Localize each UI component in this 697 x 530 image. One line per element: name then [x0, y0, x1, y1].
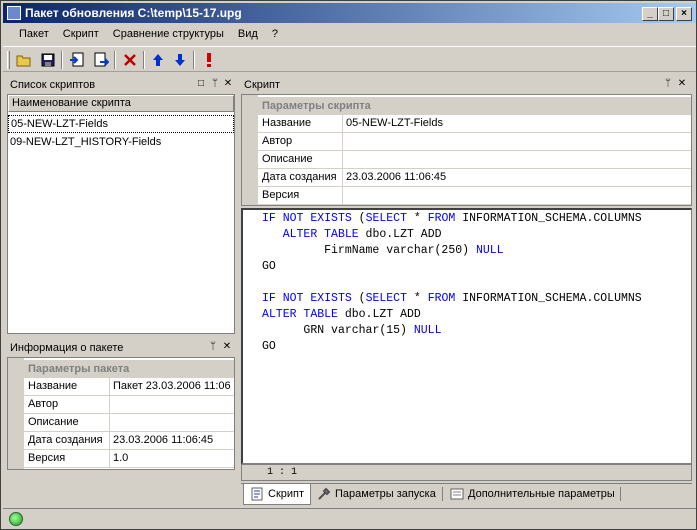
tab-strip: Скрипт Параметры запуска Дополнительные … [241, 483, 692, 505]
code-editor[interactable]: IF NOT EXISTS (SELECT * FROM INFORMATION… [241, 208, 692, 464]
maximize-button[interactable]: □ [658, 7, 674, 21]
tab-extra-params-label: Дополнительные параметры [468, 488, 615, 500]
execute-icon[interactable] [198, 50, 220, 70]
delete-icon[interactable] [119, 50, 141, 70]
pin-icon[interactable]: ᛘ [207, 341, 219, 353]
property-name: Версия [24, 450, 110, 467]
list-item[interactable]: 05-NEW-LZT-Fields [8, 115, 234, 133]
script-group-header: Параметры скрипта [242, 97, 691, 115]
property-name: Описание [24, 414, 110, 431]
menu-structure-compare[interactable]: Сравнение структуры [106, 25, 231, 44]
code-line[interactable]: ALTER TABLE dbo.LZT ADD [262, 227, 642, 243]
property-name: Автор [258, 133, 343, 150]
property-value[interactable] [110, 396, 234, 413]
package-panel-title: Информация о пакете [10, 341, 124, 354]
property-value[interactable] [110, 414, 234, 431]
save-icon[interactable] [37, 50, 59, 70]
code-line[interactable]: FirmName varchar(250) NULL [262, 243, 642, 259]
menu-help[interactable]: ? [265, 25, 285, 44]
menu-bar: Пакет Скрипт Сравнение структуры Вид ? [3, 25, 696, 44]
scripts-panel-header: Список скриптов □ ᛘ ✕ [7, 76, 235, 93]
property-value[interactable] [343, 133, 691, 150]
code-text[interactable]: IF NOT EXISTS (SELECT * FROM INFORMATION… [262, 211, 642, 355]
property-row[interactable]: Версия [242, 187, 691, 205]
property-name: Автор [24, 396, 110, 413]
close-panel-icon[interactable]: ✕ [222, 78, 234, 90]
property-name: Название [258, 115, 343, 132]
cursor-position: 1 : 1 [241, 464, 692, 481]
scripts-list[interactable]: Наименование скрипта 05-NEW-LZT-Fields 0… [7, 94, 235, 334]
code-line[interactable]: GO [262, 259, 642, 275]
property-name: Дата создания [24, 432, 110, 449]
package-properties[interactable]: Параметры пакета Название Пакет 23.03.200… [7, 357, 235, 470]
property-row[interactable]: Дата создания 23.03.2006 11:06:45 [8, 432, 234, 450]
package-group-header: Параметры пакета [8, 360, 234, 378]
pin-icon[interactable]: ᛘ [209, 78, 221, 90]
tab-launch-params[interactable]: Параметры запуска [311, 484, 442, 504]
property-row[interactable]: Название Пакет 23.03.2006 11:06 [8, 378, 234, 396]
property-name: Название [24, 378, 110, 395]
tab-extra-params[interactable]: Дополнительные параметры [444, 484, 621, 504]
code-line[interactable] [262, 275, 642, 291]
menu-package[interactable]: Пакет [3, 25, 56, 44]
status-ok-icon [9, 512, 23, 526]
main-window: Пакет обновления C:\temp\15-17.upg _ □ ×… [0, 0, 697, 530]
close-panel-icon[interactable]: ✕ [221, 341, 233, 353]
list-item[interactable]: 09-NEW-LZT_HISTORY-Fields [8, 134, 234, 152]
script-tab-icon [251, 487, 263, 501]
script-panel-header: Скрипт ᛘ ✕ [241, 76, 692, 93]
property-row[interactable]: Описание [242, 151, 691, 169]
open-folder-icon[interactable] [13, 50, 35, 70]
property-value[interactable]: Пакет 23.03.2006 11:06 [110, 378, 234, 395]
property-name: Описание [258, 151, 343, 168]
tab-script[interactable]: Скрипт [243, 484, 312, 505]
close-panel-icon[interactable]: ✕ [676, 78, 688, 90]
property-row[interactable]: Версия 1.0 [8, 450, 234, 468]
code-line[interactable]: IF NOT EXISTS (SELECT * FROM INFORMATION… [262, 211, 642, 227]
move-up-icon[interactable] [147, 50, 169, 70]
property-row[interactable]: Автор [242, 133, 691, 151]
code-line[interactable]: GRN varchar(15) NULL [262, 323, 642, 339]
property-value[interactable] [343, 187, 691, 204]
minimize-button[interactable]: _ [642, 7, 658, 21]
title-bar[interactable]: Пакет обновления C:\temp\15-17.upg _ □ × [3, 3, 696, 23]
tools-icon [318, 487, 331, 500]
toolbar-grip[interactable] [7, 51, 10, 69]
move-down-icon[interactable] [169, 50, 191, 70]
property-value[interactable]: 1.0 [110, 450, 234, 467]
menu-script[interactable]: Скрипт [56, 25, 106, 44]
export-icon[interactable] [90, 50, 112, 70]
property-row[interactable]: Название 05-NEW-LZT-Fields [242, 115, 691, 133]
toolbar [3, 46, 696, 72]
code-line[interactable]: ALTER TABLE dbo.LZT ADD [262, 307, 642, 323]
status-bar [3, 508, 696, 529]
property-name: Версия [258, 187, 343, 204]
import-icon[interactable] [66, 50, 88, 70]
script-properties[interactable]: Параметры скрипта Название 05-NEW-LZT-Fie… [241, 94, 692, 206]
property-value[interactable]: 23.03.2006 11:06:45 [343, 169, 691, 186]
properties-icon [450, 488, 464, 500]
tab-script-label: Скрипт [268, 488, 305, 500]
close-window-button[interactable]: × [676, 7, 692, 21]
property-name: Дата создания [258, 169, 343, 186]
property-value[interactable] [343, 151, 691, 168]
column-header-script-name[interactable]: Наименование скрипта [8, 95, 234, 112]
tab-launch-params-label: Параметры запуска [335, 488, 436, 500]
window-title: Пакет обновления C:\temp\15-17.upg [25, 6, 242, 20]
property-value[interactable]: 05-NEW-LZT-Fields [343, 115, 691, 132]
script-panel-title: Скрипт [244, 78, 281, 91]
scripts-panel-title: Список скриптов [10, 78, 96, 91]
pin-icon[interactable]: ᛘ [662, 78, 674, 90]
package-panel-header: Информация о пакете ᛘ ✕ [7, 339, 235, 356]
code-line[interactable]: IF NOT EXISTS (SELECT * FROM INFORMATION… [262, 291, 642, 307]
menu-view[interactable]: Вид [231, 25, 265, 44]
float-icon[interactable]: □ [195, 78, 207, 90]
property-value[interactable]: 23.03.2006 11:06:45 [110, 432, 234, 449]
property-row[interactable]: Описание [8, 414, 234, 432]
property-row[interactable]: Автор [8, 396, 234, 414]
code-line[interactable]: GO [262, 339, 642, 355]
app-icon [7, 6, 21, 20]
property-row[interactable]: Дата создания 23.03.2006 11:06:45 [242, 169, 691, 187]
